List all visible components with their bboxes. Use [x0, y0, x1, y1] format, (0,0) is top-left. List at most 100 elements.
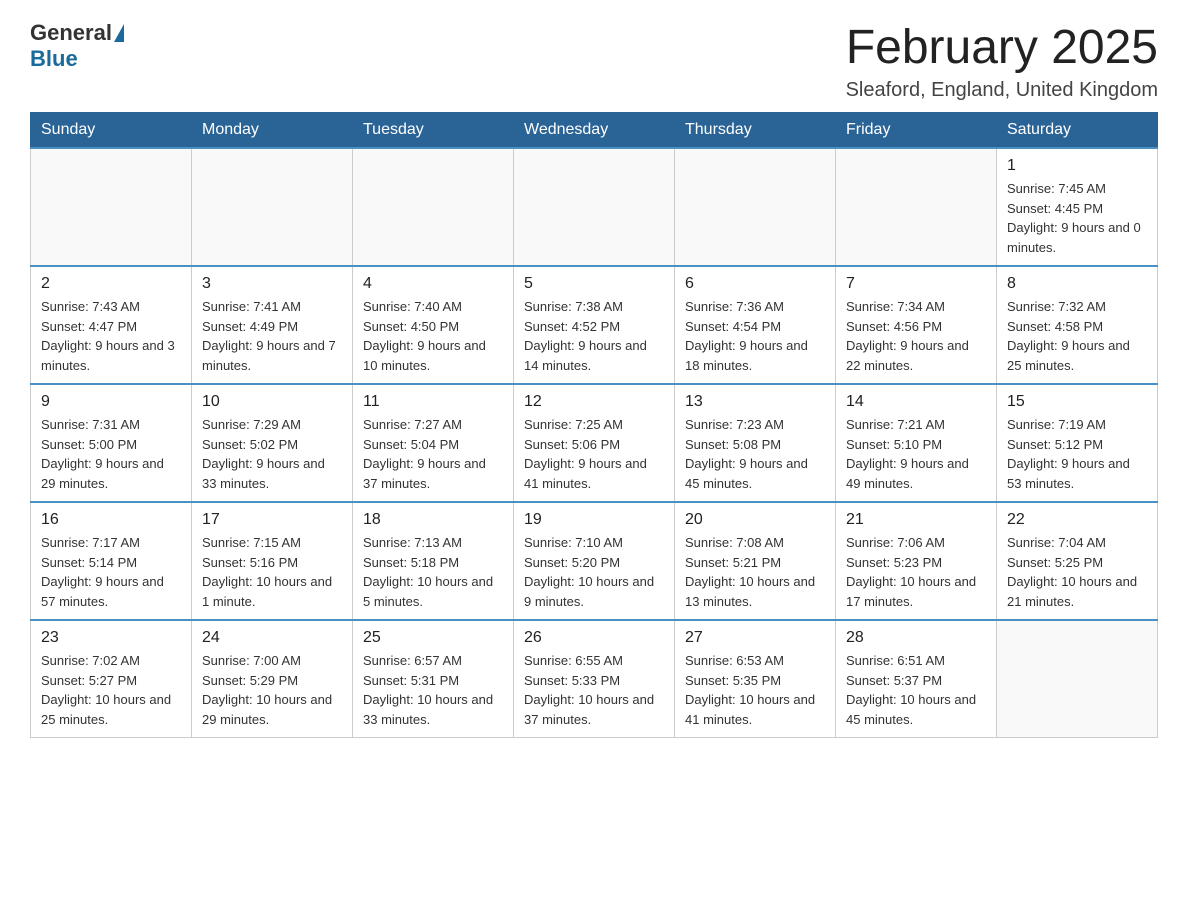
day-info: Sunrise: 7:45 AMSunset: 4:45 PMDaylight:…: [1007, 179, 1147, 257]
day-number: 8: [1007, 275, 1147, 293]
day-info: Sunrise: 7:38 AMSunset: 4:52 PMDaylight:…: [524, 297, 664, 375]
day-number: 11: [363, 393, 503, 411]
day-info: Sunrise: 7:00 AMSunset: 5:29 PMDaylight:…: [202, 651, 342, 729]
day-number: 13: [685, 393, 825, 411]
day-info: Sunrise: 7:08 AMSunset: 5:21 PMDaylight:…: [685, 533, 825, 611]
day-info: Sunrise: 7:13 AMSunset: 5:18 PMDaylight:…: [363, 533, 503, 611]
day-info: Sunrise: 6:51 AMSunset: 5:37 PMDaylight:…: [846, 651, 986, 729]
day-info: Sunrise: 7:23 AMSunset: 5:08 PMDaylight:…: [685, 415, 825, 493]
calendar-day-cell: 11 Sunrise: 7:27 AMSunset: 5:04 PMDayligh…: [353, 384, 514, 502]
day-header-sunday: Sunday: [31, 113, 192, 149]
calendar-day-cell: [192, 148, 353, 266]
calendar-day-cell: 28Sunrise: 6:51 AMSunset: 5:37 PMDayligh…: [836, 620, 997, 738]
calendar-table: SundayMondayTuesdayWednesdayThursdayFrid…: [30, 112, 1158, 738]
calendar-week-row: 16 Sunrise: 7:17 AMSunset: 5:14 PMDayligh…: [31, 502, 1158, 620]
calendar-day-cell: 7 Sunrise: 7:34 AMSunset: 4:56 PMDaylight…: [836, 266, 997, 384]
month-title: February 2025: [846, 20, 1158, 75]
calendar-day-cell: 8 Sunrise: 7:32 AMSunset: 4:58 PMDaylight…: [997, 266, 1158, 384]
day-header-wednesday: Wednesday: [514, 113, 675, 149]
calendar-day-cell: 18 Sunrise: 7:13 AMSunset: 5:18 PMDayligh…: [353, 502, 514, 620]
day-info: Sunrise: 7:41 AMSunset: 4:49 PMDaylight:…: [202, 297, 342, 375]
title-section: February 2025 Sleaford, England, United …: [846, 20, 1158, 102]
day-number: 7: [846, 275, 986, 293]
calendar-week-row: 9 Sunrise: 7:31 AMSunset: 5:00 PMDaylight…: [31, 384, 1158, 502]
day-number: 26: [524, 629, 664, 647]
day-number: 17: [202, 511, 342, 529]
calendar-week-row: 23 Sunrise: 7:02 AMSunset: 5:27 PMDayligh…: [31, 620, 1158, 738]
day-number: 19: [524, 511, 664, 529]
day-info: Sunrise: 7:34 AMSunset: 4:56 PMDaylight:…: [846, 297, 986, 375]
calendar-day-cell: 22Sunrise: 7:04 AMSunset: 5:25 PMDayligh…: [997, 502, 1158, 620]
calendar-day-cell: [514, 148, 675, 266]
calendar-day-cell: 10 Sunrise: 7:29 AMSunset: 5:02 PMDayligh…: [192, 384, 353, 502]
day-info: Sunrise: 7:17 AMSunset: 5:14 PMDaylight:…: [41, 533, 181, 611]
calendar-day-cell: [675, 148, 836, 266]
day-info: Sunrise: 7:27 AMSunset: 5:04 PMDaylight:…: [363, 415, 503, 493]
day-number: 27: [685, 629, 825, 647]
day-info: Sunrise: 7:43 AMSunset: 4:47 PMDaylight:…: [41, 297, 181, 375]
day-info: Sunrise: 7:36 AMSunset: 4:54 PMDaylight:…: [685, 297, 825, 375]
day-number: 14: [846, 393, 986, 411]
day-number: 5: [524, 275, 664, 293]
day-number: 25: [363, 629, 503, 647]
calendar-day-cell: 20 Sunrise: 7:08 AMSunset: 5:21 PMDayligh…: [675, 502, 836, 620]
day-number: 18: [363, 511, 503, 529]
calendar-day-cell: [353, 148, 514, 266]
calendar-day-cell: 2Sunrise: 7:43 AMSunset: 4:47 PMDaylight…: [31, 266, 192, 384]
page-header: General Blue February 2025 Sleaford, Eng…: [30, 20, 1158, 102]
calendar-day-cell: 26 Sunrise: 6:55 AMSunset: 5:33 PMDayligh…: [514, 620, 675, 738]
day-info: Sunrise: 7:29 AMSunset: 5:02 PMDaylight:…: [202, 415, 342, 493]
day-info: Sunrise: 7:32 AMSunset: 4:58 PMDaylight:…: [1007, 297, 1147, 375]
calendar-day-cell: 1 Sunrise: 7:45 AMSunset: 4:45 PMDaylight…: [997, 148, 1158, 266]
calendar-day-cell: 9 Sunrise: 7:31 AMSunset: 5:00 PMDaylight…: [31, 384, 192, 502]
day-info: Sunrise: 6:55 AMSunset: 5:33 PMDaylight:…: [524, 651, 664, 729]
calendar-day-cell: 12Sunrise: 7:25 AMSunset: 5:06 PMDayligh…: [514, 384, 675, 502]
day-header-friday: Friday: [836, 113, 997, 149]
day-number: 20: [685, 511, 825, 529]
calendar-day-cell: 14 Sunrise: 7:21 AMSunset: 5:10 PMDayligh…: [836, 384, 997, 502]
calendar-day-cell: 16 Sunrise: 7:17 AMSunset: 5:14 PMDayligh…: [31, 502, 192, 620]
calendar-day-cell: 3Sunrise: 7:41 AMSunset: 4:49 PMDaylight…: [192, 266, 353, 384]
day-info: Sunrise: 7:40 AMSunset: 4:50 PMDaylight:…: [363, 297, 503, 375]
logo-blue-text: Blue: [30, 46, 78, 72]
calendar-day-cell: 4 Sunrise: 7:40 AMSunset: 4:50 PMDaylight…: [353, 266, 514, 384]
day-number: 16: [41, 511, 181, 529]
calendar-day-cell: [997, 620, 1158, 738]
day-header-thursday: Thursday: [675, 113, 836, 149]
day-info: Sunrise: 7:31 AMSunset: 5:00 PMDaylight:…: [41, 415, 181, 493]
calendar-day-cell: 21 Sunrise: 7:06 AMSunset: 5:23 PMDayligh…: [836, 502, 997, 620]
calendar-day-cell: 17 Sunrise: 7:15 AMSunset: 5:16 PMDayligh…: [192, 502, 353, 620]
day-info: Sunrise: 7:10 AMSunset: 5:20 PMDaylight:…: [524, 533, 664, 611]
day-number: 10: [202, 393, 342, 411]
calendar-day-cell: 24 Sunrise: 7:00 AMSunset: 5:29 PMDayligh…: [192, 620, 353, 738]
day-info: Sunrise: 7:06 AMSunset: 5:23 PMDaylight:…: [846, 533, 986, 611]
day-info: Sunrise: 6:57 AMSunset: 5:31 PMDaylight:…: [363, 651, 503, 729]
day-info: Sunrise: 7:19 AMSunset: 5:12 PMDaylight:…: [1007, 415, 1147, 493]
day-header-monday: Monday: [192, 113, 353, 149]
calendar-week-row: 1 Sunrise: 7:45 AMSunset: 4:45 PMDaylight…: [31, 148, 1158, 266]
calendar-day-cell: [31, 148, 192, 266]
day-number: 15: [1007, 393, 1147, 411]
calendar-day-cell: 15 Sunrise: 7:19 AMSunset: 5:12 PMDayligh…: [997, 384, 1158, 502]
logo-general-text: General: [30, 20, 112, 46]
day-number: 23: [41, 629, 181, 647]
calendar-day-cell: 25 Sunrise: 6:57 AMSunset: 5:31 PMDayligh…: [353, 620, 514, 738]
day-info: Sunrise: 7:15 AMSunset: 5:16 PMDaylight:…: [202, 533, 342, 611]
calendar-week-row: 2Sunrise: 7:43 AMSunset: 4:47 PMDaylight…: [31, 266, 1158, 384]
calendar-day-cell: 5 Sunrise: 7:38 AMSunset: 4:52 PMDaylight…: [514, 266, 675, 384]
day-number: 12: [524, 393, 664, 411]
day-number: 4: [363, 275, 503, 293]
day-info: Sunrise: 7:21 AMSunset: 5:10 PMDaylight:…: [846, 415, 986, 493]
calendar-day-cell: 27 Sunrise: 6:53 AMSunset: 5:35 PMDayligh…: [675, 620, 836, 738]
logo-triangle-icon: [114, 24, 124, 42]
day-header-saturday: Saturday: [997, 113, 1158, 149]
day-number: 24: [202, 629, 342, 647]
day-info: Sunrise: 7:04 AMSunset: 5:25 PMDaylight:…: [1007, 533, 1147, 611]
calendar-header-row: SundayMondayTuesdayWednesdayThursdayFrid…: [31, 113, 1158, 149]
day-header-tuesday: Tuesday: [353, 113, 514, 149]
day-info: Sunrise: 7:02 AMSunset: 5:27 PMDaylight:…: [41, 651, 181, 729]
day-number: 1: [1007, 157, 1147, 175]
day-info: Sunrise: 6:53 AMSunset: 5:35 PMDaylight:…: [685, 651, 825, 729]
day-number: 21: [846, 511, 986, 529]
day-number: 9: [41, 393, 181, 411]
